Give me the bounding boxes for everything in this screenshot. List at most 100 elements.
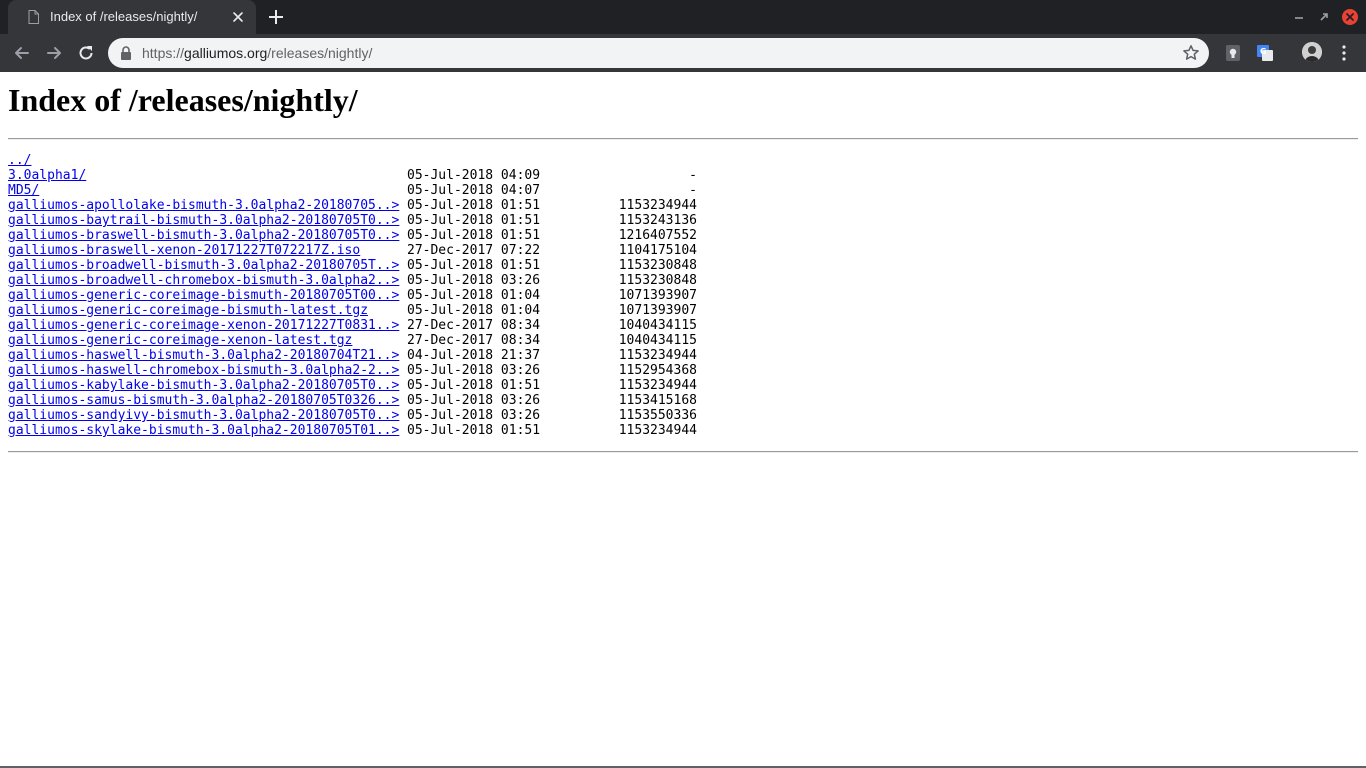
listing-row: galliumos-braswell-bismuth-3.0alpha2-201… xyxy=(8,228,697,243)
file-size: 1104175104 xyxy=(618,243,697,258)
listing-row: galliumos-generic-coreimage-xenon-latest… xyxy=(8,333,697,348)
file-size: 1153234944 xyxy=(618,348,697,363)
star-icon[interactable] xyxy=(1182,44,1200,62)
listing-row: galliumos-braswell-xenon-20171227T072217… xyxy=(8,243,697,258)
browser-tab[interactable]: Index of /releases/nightly/ xyxy=(8,0,256,34)
modified-date: 27-Dec-2017 07:22 xyxy=(407,243,541,258)
listing-row: 3.0alpha1/05-Jul-2018 04:09 - xyxy=(8,168,697,183)
file-size: 1153234944 xyxy=(618,198,697,213)
listing-row: galliumos-haswell-chromebox-bismuth-3.0a… xyxy=(8,363,697,378)
listing-row: galliumos-kabylake-bismuth-3.0alpha2-201… xyxy=(8,378,697,393)
file-link[interactable]: galliumos-samus-bismuth-3.0alpha2-201807… xyxy=(8,393,399,408)
file-link[interactable]: galliumos-braswell-bismuth-3.0alpha2-201… xyxy=(8,228,399,243)
listing-row: galliumos-skylake-bismuth-3.0alpha2-2018… xyxy=(8,423,697,438)
file-size: 1216407552 xyxy=(618,228,697,243)
file-link[interactable]: galliumos-haswell-chromebox-bismuth-3.0a… xyxy=(8,363,399,378)
modified-date: 05-Jul-2018 03:26 xyxy=(407,393,541,408)
file-link[interactable]: galliumos-haswell-bismuth-3.0alpha2-2018… xyxy=(8,348,399,363)
tab-strip: Index of /releases/nightly/ xyxy=(0,0,1366,34)
modified-date: 05-Jul-2018 04:09 xyxy=(407,168,541,183)
file-link[interactable]: galliumos-braswell-xenon-20171227T072217… xyxy=(8,243,360,258)
file-link[interactable]: galliumos-generic-coreimage-xenon-201712… xyxy=(8,318,399,333)
page-content: Index of /releases/nightly/ ../3.0alpha1… xyxy=(0,72,1366,766)
tab-title: Index of /releases/nightly/ xyxy=(50,9,198,24)
file-size: 1153550336 xyxy=(618,408,697,423)
file-link[interactable]: galliumos-baytrail-bismuth-3.0alpha2-201… xyxy=(8,213,399,228)
file-link[interactable]: galliumos-broadwell-bismuth-3.0alpha2-20… xyxy=(8,258,399,273)
arrow-right-icon[interactable] xyxy=(43,42,65,64)
file-link[interactable]: ../ xyxy=(8,153,31,168)
listing-row: galliumos-broadwell-chromebox-bismuth-3.… xyxy=(8,273,697,288)
file-size: 1153234944 xyxy=(618,378,697,393)
modified-date: 05-Jul-2018 03:26 xyxy=(407,408,541,423)
file-link[interactable]: galliumos-generic-coreimage-xenon-latest… xyxy=(8,333,352,348)
modified-date: 27-Dec-2017 08:34 xyxy=(407,318,541,333)
reload-icon[interactable] xyxy=(75,42,97,64)
divider xyxy=(8,138,1358,140)
file-size: 1040434115 xyxy=(618,318,697,333)
browser-toolbar: https://galliumos.org/releases/nightly/ … xyxy=(0,34,1366,72)
kebab-menu-icon[interactable] xyxy=(1338,44,1350,62)
file-link[interactable]: galliumos-generic-coreimage-bismuth-2018… xyxy=(8,288,399,303)
modified-date: 05-Jul-2018 01:04 xyxy=(407,303,541,318)
modified-date: 05-Jul-2018 01:51 xyxy=(407,423,541,438)
file-size: 1071393907 xyxy=(618,288,697,303)
url-scheme: https:// xyxy=(142,45,185,61)
listing-row: galliumos-generic-coreimage-bismuth-2018… xyxy=(8,288,697,303)
listing-row: galliumos-sandyivy-bismuth-3.0alpha2-201… xyxy=(8,408,697,423)
listing-row: galliumos-generic-coreimage-bismuth-late… xyxy=(8,303,697,318)
profile-icon xyxy=(1302,42,1322,62)
listing-row: galliumos-apollolake-bismuth-3.0alpha2-2… xyxy=(8,198,697,213)
file-size: 1153234944 xyxy=(618,423,697,438)
url-path: /releases/nightly/ xyxy=(267,45,373,61)
file-link[interactable]: galliumos-broadwell-chromebox-bismuth-3.… xyxy=(8,273,399,288)
file-size: 1152954368 xyxy=(618,363,697,378)
url-text: https://galliumos.org/releases/nightly/ xyxy=(142,45,372,61)
address-bar[interactable]: https://galliumos.org/releases/nightly/ xyxy=(108,38,1209,68)
modified-date: 27-Dec-2017 08:34 xyxy=(407,333,541,348)
listing-row: MD5/05-Jul-2018 04:07 - xyxy=(8,183,697,198)
listing-row: ../ xyxy=(8,153,399,168)
file-size: 1071393907 xyxy=(618,303,697,318)
arrow-left-icon[interactable] xyxy=(11,42,33,64)
listing-row: galliumos-broadwell-bismuth-3.0alpha2-20… xyxy=(8,258,697,273)
modified-date: 05-Jul-2018 01:51 xyxy=(407,213,541,228)
file-link[interactable]: galliumos-sandyivy-bismuth-3.0alpha2-201… xyxy=(8,408,399,423)
file-link[interactable]: galliumos-kabylake-bismuth-3.0alpha2-201… xyxy=(8,378,399,393)
file-size: 1153230848 xyxy=(618,258,697,273)
modified-date: 05-Jul-2018 03:26 xyxy=(407,363,541,378)
modified-date: 05-Jul-2018 04:07 xyxy=(407,183,541,198)
modified-date: 04-Jul-2018 21:37 xyxy=(407,348,541,363)
file-size: 1153415168 xyxy=(618,393,697,408)
file-link[interactable]: galliumos-skylake-bismuth-3.0alpha2-2018… xyxy=(8,423,399,438)
file-size: 1153230848 xyxy=(618,273,697,288)
plus-icon[interactable] xyxy=(266,7,286,27)
keep-icon[interactable] xyxy=(1224,44,1242,62)
translate-icon[interactable]: G xyxy=(1256,44,1274,62)
listing-row: galliumos-samus-bismuth-3.0alpha2-201807… xyxy=(8,393,697,408)
file-size: 1040434115 xyxy=(618,333,697,348)
restore-icon[interactable] xyxy=(1317,10,1331,24)
url-host: galliumos.org xyxy=(184,45,268,61)
listing-row: galliumos-generic-coreimage-xenon-201712… xyxy=(8,318,697,333)
window-close-icon[interactable] xyxy=(1341,8,1359,26)
modified-date: 05-Jul-2018 03:26 xyxy=(407,273,541,288)
file-size: - xyxy=(689,183,697,198)
modified-date: 05-Jul-2018 01:51 xyxy=(407,378,541,393)
listing-row: galliumos-haswell-bismuth-3.0alpha2-2018… xyxy=(8,348,697,363)
modified-date: 05-Jul-2018 01:51 xyxy=(407,198,541,213)
file-link[interactable]: galliumos-apollolake-bismuth-3.0alpha2-2… xyxy=(8,198,399,213)
file-link[interactable]: galliumos-generic-coreimage-bismuth-late… xyxy=(8,303,368,318)
modified-date: 05-Jul-2018 01:51 xyxy=(407,258,541,273)
close-icon[interactable] xyxy=(230,9,246,25)
modified-date: 05-Jul-2018 01:51 xyxy=(407,228,541,243)
file-link[interactable]: 3.0alpha1/ xyxy=(8,168,86,183)
modified-date: 05-Jul-2018 01:04 xyxy=(407,288,541,303)
file-link[interactable]: MD5/ xyxy=(8,183,39,198)
avatar[interactable] xyxy=(1302,42,1322,62)
file-size: 1153243136 xyxy=(618,213,697,228)
minimize-icon[interactable] xyxy=(1292,10,1306,24)
lock-icon[interactable] xyxy=(120,46,132,60)
directory-listing: ../3.0alpha1/05-Jul-2018 04:09- MD5/05-Ju… xyxy=(8,153,697,438)
page-title: Index of /releases/nightly/ xyxy=(8,82,358,118)
